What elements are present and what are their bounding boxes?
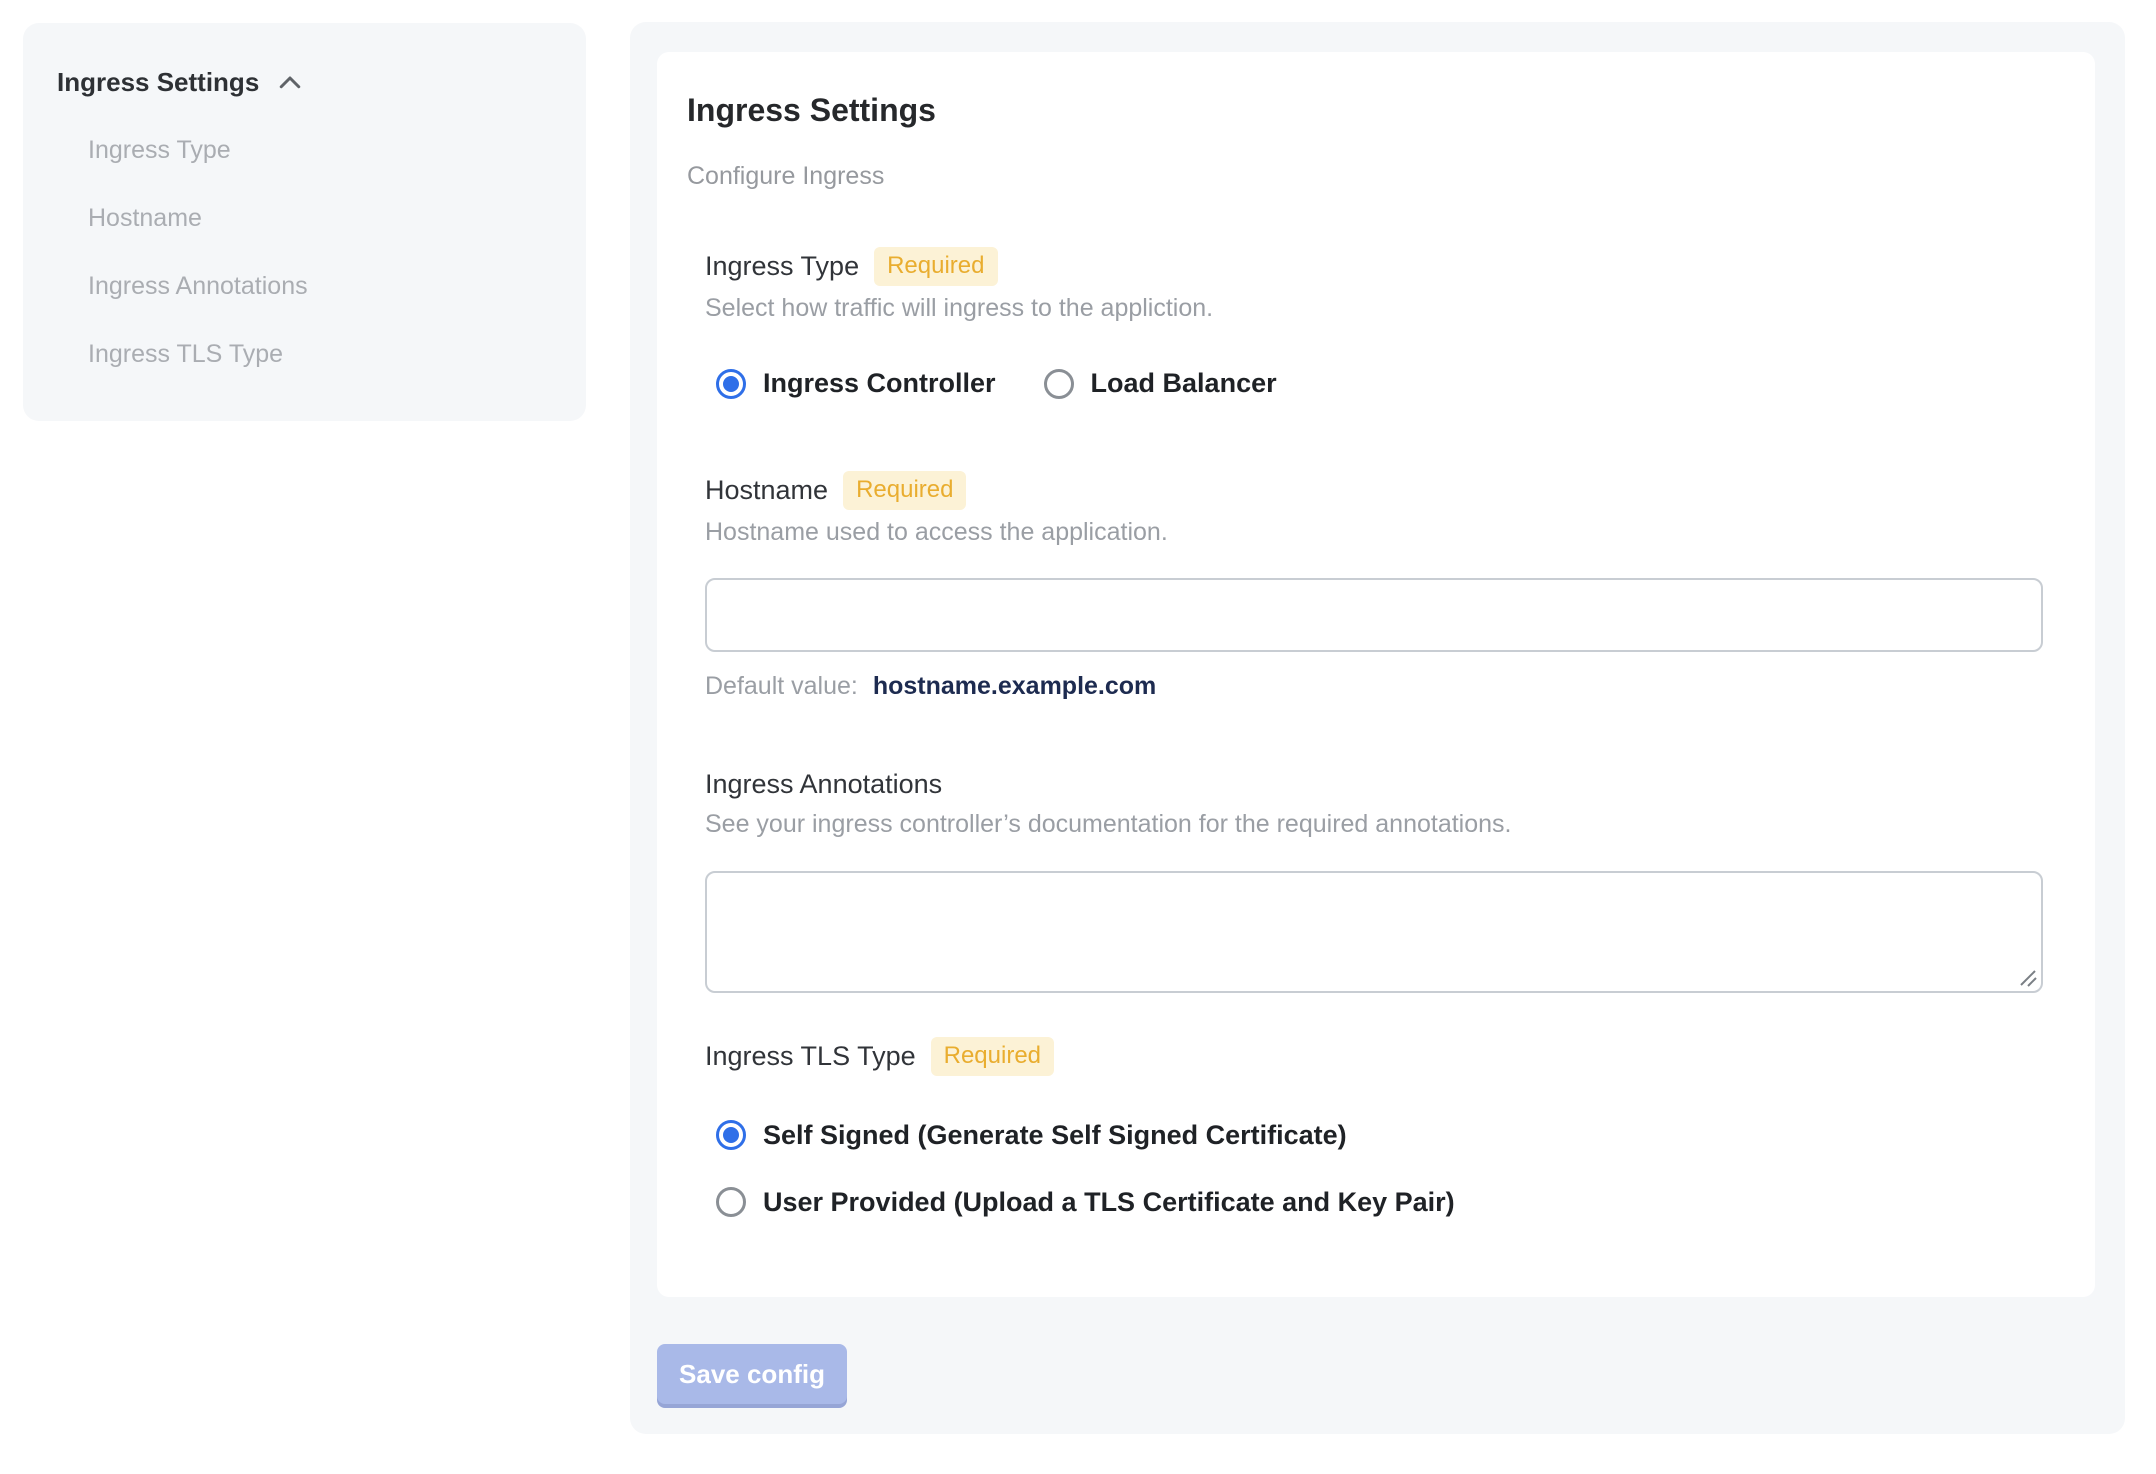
ingress-tls-type-label: Ingress TLS Type xyxy=(705,1040,916,1071)
radio-unselected-icon xyxy=(716,1187,746,1218)
resize-grip-icon[interactable] xyxy=(2015,965,2039,989)
ingress-type-radio-group: Ingress Controller Load Balancer xyxy=(716,368,2043,399)
sidebar-item-ingress-tls-type[interactable]: Ingress TLS Type xyxy=(88,320,566,388)
radio-option-self-signed[interactable]: Self Signed (Generate Self Signed Certif… xyxy=(716,1120,2043,1151)
ingress-settings-card: Ingress Settings Configure Ingress Ingre… xyxy=(657,52,2095,1297)
radio-option-ingress-controller[interactable]: Ingress Controller xyxy=(716,368,996,399)
required-badge: Required xyxy=(930,1036,1055,1076)
section-hostname: Hostname Required Hostname used to acces… xyxy=(705,471,2043,701)
form-sections: Ingress Type Required Select how traffic… xyxy=(705,246,2043,1218)
default-value-text: hostname.example.com xyxy=(872,672,1157,701)
page-subtitle: Configure Ingress xyxy=(687,161,885,190)
save-config-button[interactable]: Save config xyxy=(657,1344,847,1404)
page-title: Ingress Settings xyxy=(687,92,936,128)
section-ingress-tls-type: Ingress TLS Type Required Self Signed (G… xyxy=(705,1036,2043,1218)
settings-sidebar: Ingress Settings Ingress Type Hostname I… xyxy=(23,23,586,421)
default-value-prefix: Default value: xyxy=(705,672,858,701)
sidebar-item-hostname[interactable]: Hostname xyxy=(88,184,566,252)
hostname-label: Hostname xyxy=(705,474,829,505)
radio-selected-icon xyxy=(716,368,746,399)
ingress-type-help: Select how traffic will ingress to the a… xyxy=(705,293,1214,322)
ingress-tls-radio-group: Self Signed (Generate Self Signed Certif… xyxy=(716,1120,2043,1218)
ingress-annotations-help: See your ingress controller’s documentat… xyxy=(705,810,1512,839)
sidebar-section-title: Ingress Settings xyxy=(57,67,260,97)
ingress-type-label: Ingress Type xyxy=(705,250,860,281)
section-ingress-type: Ingress Type Required Select how traffic… xyxy=(705,246,2043,399)
radio-unselected-icon xyxy=(1043,368,1074,399)
sidebar-item-ingress-type[interactable]: Ingress Type xyxy=(88,116,566,184)
ingress-annotations-textarea[interactable] xyxy=(705,870,2043,993)
required-badge: Required xyxy=(843,471,967,510)
hostname-default-caption: Default value: hostname.example.com xyxy=(705,672,2043,701)
ingress-annotations-label: Ingress Annotations xyxy=(705,769,943,800)
required-badge: Required xyxy=(874,246,998,286)
main-panel: Ingress Settings Configure Ingress Ingre… xyxy=(630,22,2125,1434)
chevron-up-icon xyxy=(275,68,305,98)
radio-selected-icon xyxy=(716,1120,746,1151)
hostname-help: Hostname used to access the application. xyxy=(705,517,1168,546)
sidebar-nav: Ingress Type Hostname Ingress Annotation… xyxy=(88,116,566,388)
sidebar-section-toggle[interactable]: Ingress Settings xyxy=(57,67,566,98)
hostname-input[interactable] xyxy=(705,578,2043,653)
radio-option-load-balancer[interactable]: Load Balancer xyxy=(1043,368,1277,399)
sidebar-item-ingress-annotations[interactable]: Ingress Annotations xyxy=(88,252,566,320)
radio-option-user-provided[interactable]: User Provided (Upload a TLS Certificate … xyxy=(716,1187,2043,1218)
section-ingress-annotations: Ingress Annotations See your ingress con… xyxy=(705,767,2043,993)
